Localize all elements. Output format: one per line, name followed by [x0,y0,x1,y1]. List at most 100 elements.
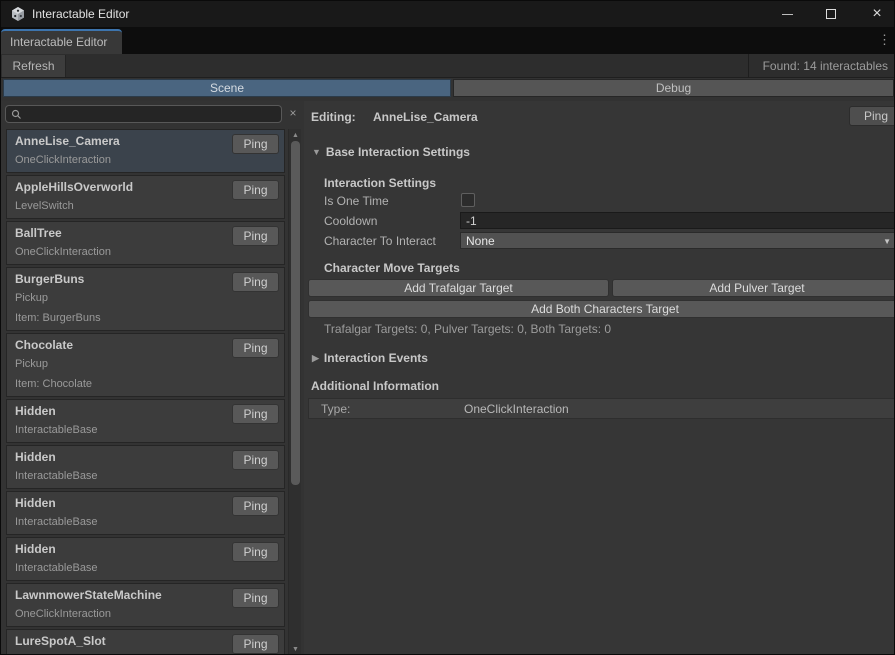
character-to-interact-label: Character To Interact [324,234,436,248]
item-name: Hidden [15,404,56,418]
interactable-list: AnneLise_CameraOneClickInteractionPingAp… [1,129,287,655]
interaction-settings-header: Interaction Settings [324,176,436,190]
item-name: Hidden [15,542,56,556]
tab-menu-icon[interactable]: ⋮ [878,33,891,47]
interactable-editor-window: Interactable Editor × Interactable Edito… [0,0,895,655]
cooldown-label: Cooldown [324,214,377,228]
editor-tab-strip: Interactable Editor ⋮ [1,27,895,54]
toolbar-separator [748,54,749,78]
foldout-interaction-events[interactable]: ▶Interaction Events [312,351,428,365]
ping-button[interactable]: Ping [232,272,279,292]
list-item[interactable]: AnneLise_Camera OneClickInteraction Ping [6,129,285,173]
refresh-button[interactable]: Refresh [2,55,66,77]
list-item[interactable]: Hidden InteractableBase Ping [6,491,285,535]
editing-label: Editing: [311,110,356,124]
item-type: InteractableBase [15,424,98,436]
mode-tab-row: Scene Debug [1,78,895,101]
close-icon: × [872,6,881,22]
foldout-closed-icon: ▶ [312,353,319,363]
maximize-icon [826,9,836,19]
chevron-down-icon: ▼ [883,237,891,246]
list-item[interactable]: LureSpotA_Slot Ping [6,629,285,655]
item-name: BallTree [15,226,62,240]
foldout-base-interaction-settings[interactable]: ▼Base Interaction Settings [312,145,470,159]
search-clear-button[interactable]: × [286,106,300,120]
search-icon [11,109,22,120]
toolbar: Refresh Found: 14 interactables [1,54,895,78]
scrollbar-thumb[interactable] [291,141,300,485]
type-label: Type: [321,402,350,416]
item-type: InteractableBase [15,562,98,574]
maximize-button[interactable] [811,1,851,27]
is-one-time-label: Is One Time [324,194,389,208]
minimize-icon [782,14,793,15]
cooldown-input[interactable]: -1 [460,212,895,229]
tab-scene[interactable]: Scene [3,79,451,97]
ping-button[interactable]: Ping [232,634,279,654]
item-name: Hidden [15,496,56,510]
scrollbar-up-icon[interactable]: ▲ [289,132,302,139]
is-one-time-checkbox[interactable] [461,193,475,207]
type-value: OneClickInteraction [464,402,569,416]
item-name: BurgerBuns [15,272,84,286]
editing-ping-button[interactable]: Ping [849,106,895,126]
list-item[interactable]: Hidden InteractableBase Ping [6,445,285,489]
list-item[interactable]: AppleHillsOverworld LevelSwitch Ping [6,175,285,219]
item-type: InteractableBase [15,470,98,482]
list-item[interactable]: BurgerBuns Pickup Item: BurgerBuns Ping [6,267,285,331]
ping-button[interactable]: Ping [232,180,279,200]
add-both-characters-target-button[interactable]: Add Both Characters Target [308,300,895,318]
list-item[interactable]: Hidden InteractableBase Ping [6,399,285,443]
item-type: OneClickInteraction [15,246,111,258]
close-button[interactable]: × [857,1,895,27]
item-name: Chocolate [15,338,73,352]
ping-button[interactable]: Ping [232,450,279,470]
list-item[interactable]: BallTree OneClickInteraction Ping [6,221,285,265]
ping-button[interactable]: Ping [232,588,279,608]
item-name: Hidden [15,450,56,464]
item-type: LevelSwitch [15,200,74,212]
item-type: OneClickInteraction [15,154,111,166]
found-count-label: Found: 14 interactables [763,59,888,73]
item-name: AppleHillsOverworld [15,180,133,194]
type-info-row: Type: OneClickInteraction [308,398,895,419]
search-field[interactable] [5,105,282,123]
interactable-list-panel: × AnneLise_Camera OneClickInteraction Ping… [1,101,304,655]
tab-debug[interactable]: Debug [453,79,894,97]
editing-panel: Editing: AnneLise_Camera Ping ▼Base Inte… [304,101,895,655]
item-type: Pickup [15,358,48,370]
add-pulver-target-button[interactable]: Add Pulver Target [612,279,895,297]
item-pickup-info: Item: Chocolate [15,378,92,390]
ping-button[interactable]: Ping [232,226,279,246]
item-name: AnneLise_Camera [15,134,120,148]
minimize-button[interactable] [767,1,807,27]
character-to-interact-dropdown[interactable]: None▼ [460,232,895,249]
ping-button[interactable]: Ping [232,542,279,562]
item-pickup-info: Item: BurgerBuns [15,312,101,324]
ping-button[interactable]: Ping [232,338,279,358]
item-type: Pickup [15,292,48,304]
list-item[interactable]: Hidden InteractableBase Ping [6,537,285,581]
list-item[interactable]: Chocolate Pickup Item: Chocolate Ping [6,333,285,397]
list-scrollbar[interactable]: ▲ ▼ [288,129,301,655]
ping-button[interactable]: Ping [232,496,279,516]
search-input[interactable] [24,107,274,121]
title-bar: Interactable Editor × [1,1,895,27]
editing-target-name: AnneLise_Camera [373,110,478,124]
window-title: Interactable Editor [32,7,129,21]
targets-summary: Trafalgar Targets: 0, Pulver Targets: 0,… [324,322,611,336]
ping-button[interactable]: Ping [232,404,279,424]
add-trafalgar-target-button[interactable]: Add Trafalgar Target [308,279,609,297]
item-type: InteractableBase [15,516,98,528]
character-move-targets-header: Character Move Targets [324,261,460,275]
scrollbar-down-icon[interactable]: ▼ [289,646,302,653]
list-item[interactable]: LawnmowerStateMachine OneClickInteraction… [6,583,285,627]
item-type: OneClickInteraction [15,608,111,620]
tab-interactable-editor[interactable]: Interactable Editor [1,29,122,54]
item-name: LureSpotA_Slot [15,634,106,648]
ping-button[interactable]: Ping [232,134,279,154]
foldout-open-icon: ▼ [312,147,321,157]
additional-information-header: Additional Information [311,379,439,393]
item-name: LawnmowerStateMachine [15,588,162,602]
unity-cube-icon [10,6,26,22]
